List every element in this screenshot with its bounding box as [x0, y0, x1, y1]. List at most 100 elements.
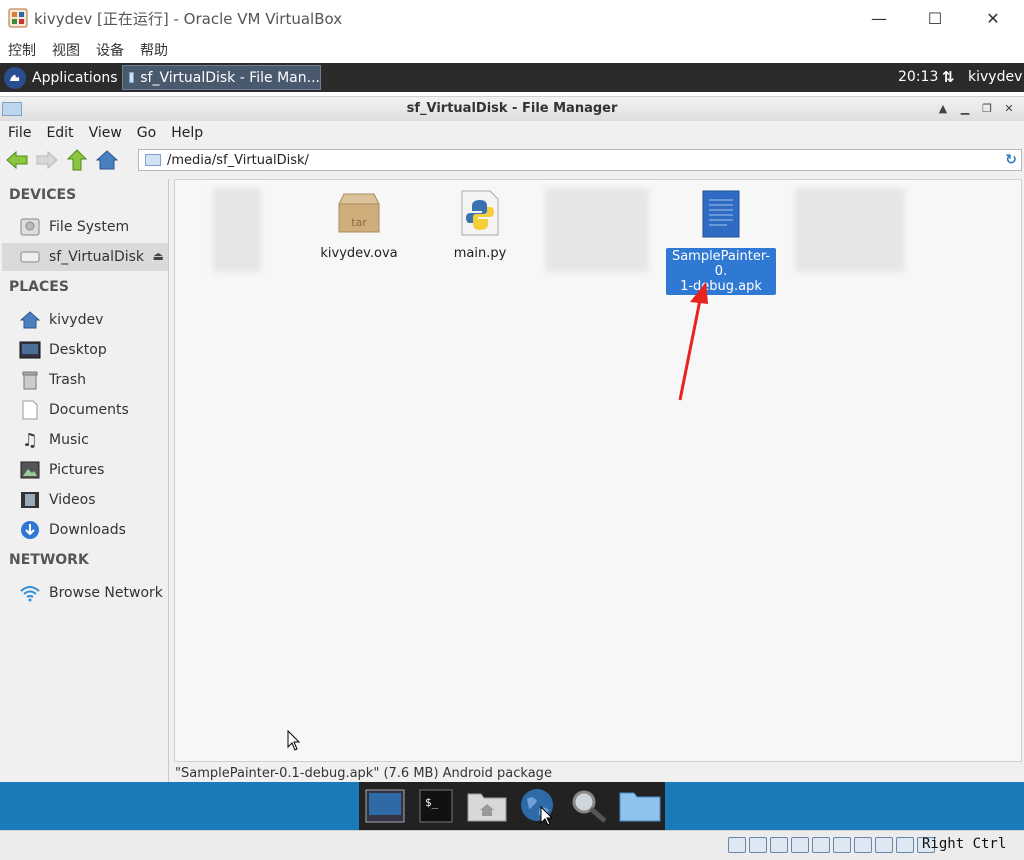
dock: $_	[359, 782, 665, 830]
sidebar-item-label: Desktop	[49, 342, 107, 358]
sidebar-item-label: Trash	[49, 372, 86, 388]
close-button[interactable]: ✕	[964, 0, 1022, 36]
fm-menubar: File Edit View Go Help	[0, 121, 1024, 145]
host-window-titlebar: kivydev [正在运行] - Oracle VM VirtualBox — …	[0, 0, 1024, 36]
eject-icon[interactable]: ⏏	[153, 249, 164, 263]
host-window-title: kivydev [正在运行] - Oracle VM VirtualBox	[34, 9, 343, 28]
file-item-main-py[interactable]: main.py	[425, 190, 535, 261]
harddisk-icon	[19, 216, 41, 238]
places-header: PLACES	[9, 279, 69, 295]
drive-icon	[19, 246, 41, 268]
file-manager-window: sf_VirtualDisk - File Manager ▲ ▁ ❐ ✕ Fi…	[0, 96, 1024, 783]
file-item-kivydev-ova[interactable]: tar kivydev.ova	[304, 190, 414, 261]
menu-file[interactable]: File	[8, 125, 31, 141]
sidebar-item-trash[interactable]: Trash	[2, 366, 168, 394]
up-button[interactable]	[64, 147, 90, 173]
network-status-icon[interactable]	[791, 837, 809, 853]
host-menu-control[interactable]: 控制	[8, 40, 36, 60]
status-bar: "SamplePainter-0.1-debug.apk" (7.6 MB) A…	[175, 766, 552, 781]
dock-folder-button[interactable]	[619, 787, 661, 825]
sidebar-item-label: Pictures	[49, 462, 105, 478]
search-icon	[572, 790, 607, 823]
back-button[interactable]	[4, 147, 30, 173]
downloads-icon	[19, 519, 41, 541]
sidebar-item-label: File System	[49, 219, 130, 235]
folder-icon	[145, 154, 161, 166]
taskbar-item-file-manager[interactable]: sf_VirtualDisk - File Man...	[122, 65, 321, 90]
fm-minimize-button[interactable]: ▁	[954, 100, 976, 118]
folder-icon	[129, 72, 135, 83]
redacted-file[interactable]	[545, 188, 649, 272]
network-transfer-icon[interactable]: ⇅	[942, 68, 955, 86]
maximize-button[interactable]: ☐	[906, 0, 964, 36]
svg-text:$_: $_	[425, 796, 439, 809]
dock-terminal-button[interactable]: $_	[415, 787, 457, 825]
panel-clock[interactable]: 20:13	[898, 69, 938, 85]
menu-go[interactable]: Go	[137, 125, 156, 141]
host-menu-help[interactable]: 帮助	[140, 40, 168, 60]
shared-folders-icon[interactable]	[833, 837, 851, 853]
vbox-device-icons	[728, 837, 938, 853]
file-name: kivydev.ova	[320, 246, 398, 261]
menu-edit[interactable]: Edit	[46, 125, 73, 141]
host-menu-devices[interactable]: 设备	[96, 40, 124, 60]
dock-show-desktop-button[interactable]	[364, 787, 406, 825]
sidebar-item-kivydev[interactable]: kivydev	[2, 306, 168, 334]
up-arrow-icon	[67, 149, 87, 171]
screen: kivydev [正在运行] - Oracle VM VirtualBox — …	[0, 0, 1024, 860]
annotation-arrow	[678, 282, 708, 401]
sidebar-item-pictures[interactable]: Pictures	[2, 456, 168, 484]
fm-title: sf_VirtualDisk - File Manager	[406, 101, 618, 116]
audio-icon[interactable]	[770, 837, 788, 853]
usb-icon[interactable]	[812, 837, 830, 853]
reload-icon[interactable]: ↻	[1005, 152, 1017, 168]
file-view[interactable]: tar kivydev.ova main.py SamplePainter-0.…	[174, 179, 1022, 762]
dock-home-folder-button[interactable]	[466, 787, 508, 825]
panel-user[interactable]: kivydev	[968, 69, 1022, 85]
optical-drive-icon[interactable]	[749, 837, 767, 853]
fm-toolbar: /media/sf_VirtualDisk/ ↻	[0, 145, 1024, 175]
sidebar-item-file-system[interactable]: File System	[2, 213, 168, 241]
harddisk-status-icon[interactable]	[728, 837, 746, 853]
fm-maximize-button[interactable]: ❐	[976, 100, 998, 118]
forward-button[interactable]	[34, 147, 60, 173]
dock-search-button[interactable]	[568, 787, 610, 825]
svg-text:tar: tar	[351, 216, 367, 229]
menu-view[interactable]: View	[89, 125, 122, 141]
recording-icon[interactable]	[875, 837, 893, 853]
sidebar-item-music[interactable]: ♫ Music	[2, 426, 168, 454]
redacted-file[interactable]	[213, 188, 261, 272]
desktop-icon	[19, 339, 41, 361]
file-name-line1: SamplePainter-0.	[671, 249, 771, 279]
sidebar-item-sf-virtualdisk[interactable]: sf_VirtualDisk ⏏	[2, 243, 168, 271]
fm-window-buttons: ▲ ▁ ❐ ✕	[932, 100, 1020, 118]
forward-arrow-icon	[36, 150, 58, 170]
sidebar-item-browse-network[interactable]: Browse Network	[2, 579, 168, 607]
cpu-icon[interactable]	[896, 837, 914, 853]
terminal-icon: $_	[419, 789, 452, 823]
sidebar-item-documents[interactable]: Documents	[2, 396, 168, 424]
network-header: NETWORK	[9, 552, 89, 568]
display-icon[interactable]	[854, 837, 872, 853]
document-icon	[702, 190, 740, 238]
redacted-file[interactable]	[795, 188, 905, 272]
virtualbox-app-icon	[8, 8, 28, 28]
menu-help[interactable]: Help	[171, 125, 203, 141]
location-bar[interactable]: /media/sf_VirtualDisk/ ↻	[138, 149, 1022, 171]
minimize-button[interactable]: —	[850, 0, 908, 36]
fm-shade-button[interactable]: ▲	[932, 100, 954, 118]
top-panel: Applications sf_VirtualDisk - File Man..…	[0, 63, 1024, 92]
host-menu-view[interactable]: 视图	[52, 40, 80, 60]
folder-icon	[619, 792, 660, 822]
python-icon	[461, 190, 499, 236]
globe-icon	[520, 789, 553, 825]
applications-menu-button[interactable]: Applications	[0, 63, 118, 92]
sidebar-item-desktop[interactable]: Desktop	[2, 336, 168, 364]
home-button[interactable]	[94, 147, 120, 173]
sidebar-item-videos[interactable]: Videos	[2, 486, 168, 514]
sidebar-item-downloads[interactable]: Downloads	[2, 516, 168, 544]
fm-close-button[interactable]: ✕	[998, 100, 1020, 118]
sidebar-item-label: sf_VirtualDisk	[49, 249, 145, 265]
dock-web-browser-button[interactable]	[517, 787, 559, 825]
wifi-icon	[19, 582, 41, 604]
